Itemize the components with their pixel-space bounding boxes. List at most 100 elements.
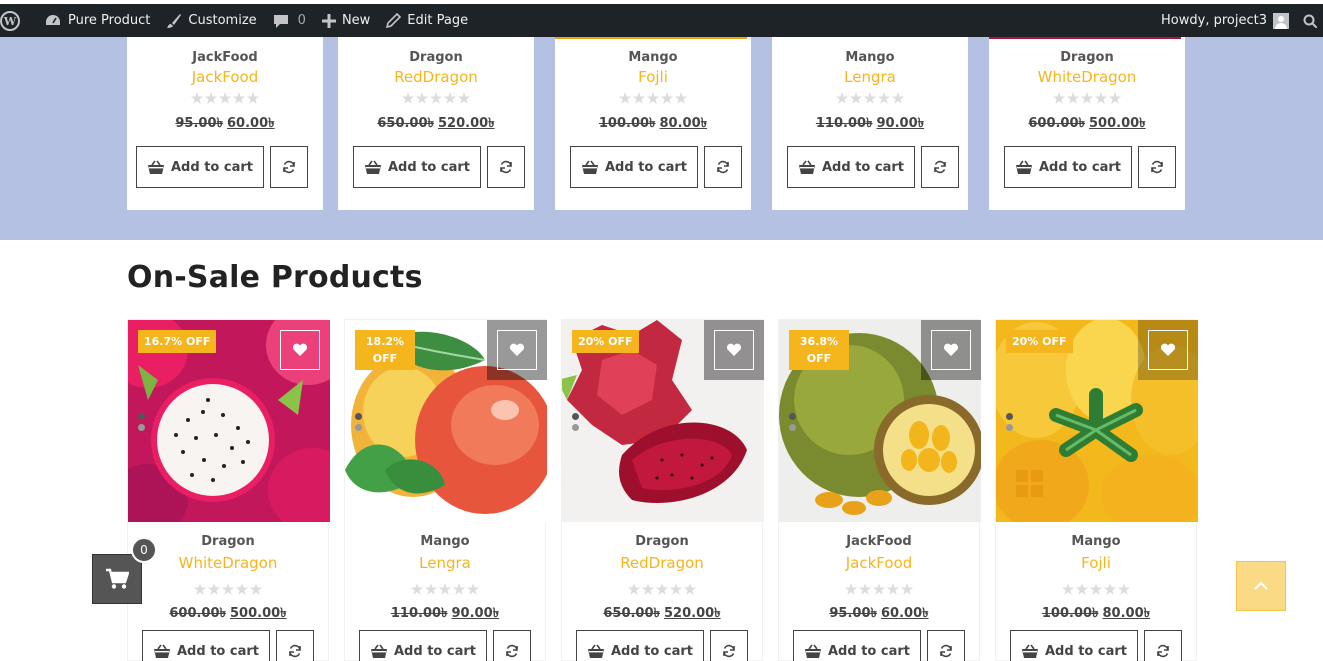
product-price: 600.00৳ 500.00৳ <box>989 114 1185 135</box>
basket-icon <box>582 160 598 174</box>
gallery-dots[interactable] <box>572 413 579 435</box>
wishlist-button[interactable] <box>714 330 754 370</box>
product-name[interactable]: WhiteDragon <box>989 68 1185 86</box>
rating-stars <box>772 92 968 106</box>
compare-button[interactable] <box>927 630 965 661</box>
new-content-link[interactable]: New <box>314 4 378 37</box>
old-price: 110.00৳ <box>390 606 448 621</box>
new-label: New <box>341 13 371 28</box>
add-to-cart-button[interactable]: Add to cart <box>353 146 481 188</box>
add-to-cart-button[interactable]: Add to cart <box>576 630 704 661</box>
site-name-link[interactable]: Pure Product <box>36 4 158 37</box>
compare-button[interactable] <box>921 146 959 188</box>
new-price: 90.00৳ <box>451 606 500 621</box>
rating-stars <box>127 92 323 106</box>
compare-button[interactable] <box>270 146 308 188</box>
old-price: 95.00৳ <box>829 606 877 621</box>
wishlist-button[interactable] <box>280 330 320 370</box>
wishlist-button[interactable] <box>497 330 537 370</box>
refresh-icon <box>500 160 512 174</box>
product-price: 110.00৳ 90.00৳ <box>345 604 545 625</box>
product-name[interactable]: JackFood <box>127 68 323 86</box>
basket-icon <box>805 644 821 658</box>
product-category: Dragon <box>201 534 255 549</box>
refresh-icon <box>717 160 729 174</box>
new-price: 500.00৳ <box>1089 116 1146 131</box>
account-menu[interactable]: Howdy, project3 <box>1153 4 1303 37</box>
refresh-icon <box>934 160 946 174</box>
product-name[interactable]: Fojli <box>555 68 751 86</box>
edit-page-label: Edit Page <box>407 13 469 28</box>
add-to-cart-button[interactable]: Add to cart <box>142 630 270 661</box>
mini-cart-button[interactable]: 0 <box>92 537 157 604</box>
product-price: 110.00৳ 90.00৳ <box>772 114 968 135</box>
product-image[interactable]: 16.7% OFF <box>128 320 330 522</box>
basket-icon <box>154 644 170 658</box>
avatar <box>1273 12 1289 29</box>
add-to-cart-button[interactable]: Add to cart <box>1004 146 1132 188</box>
product-name[interactable]: Fojli <box>996 554 1196 572</box>
basket-icon <box>588 644 604 658</box>
rating-stars <box>779 583 979 597</box>
compare-button[interactable] <box>493 630 531 661</box>
heart-icon <box>726 343 742 356</box>
wishlist-button[interactable] <box>1148 330 1188 370</box>
admin-bar: W Pure Product Customize 0 New Edit Page… <box>0 4 1323 37</box>
rating-stars <box>128 583 328 597</box>
wishlist-button[interactable] <box>931 330 971 370</box>
compare-button[interactable] <box>1144 630 1182 661</box>
compare-button[interactable] <box>1138 146 1176 188</box>
product-image[interactable]: 18.2% OFF <box>345 320 547 522</box>
product-category: Mango <box>845 50 895 65</box>
product-name[interactable]: Lengra <box>772 68 968 86</box>
discount-badge: 20% OFF <box>572 330 639 353</box>
product-price: 100.00৳ 80.00৳ <box>996 604 1196 625</box>
image-edge <box>338 37 534 39</box>
heart-icon <box>509 343 525 356</box>
product-price: 650.00৳ 520.00৳ <box>562 604 762 625</box>
howdy-label: Howdy, project3 <box>1161 13 1267 28</box>
add-to-cart-label: Add to cart <box>177 643 259 659</box>
basket-icon <box>799 160 815 174</box>
product-image[interactable]: 20% OFF <box>996 320 1198 522</box>
gallery-dots[interactable] <box>789 413 796 435</box>
comments-link[interactable]: 0 <box>265 4 314 37</box>
add-to-cart-button[interactable]: Add to cart <box>570 146 698 188</box>
compare-button[interactable] <box>487 146 525 188</box>
cart-count-badge: 0 <box>131 537 157 563</box>
site-name: Pure Product <box>68 13 151 28</box>
compare-button[interactable] <box>704 146 742 188</box>
gallery-dots[interactable] <box>1006 413 1013 435</box>
product-name[interactable]: JackFood <box>779 554 979 572</box>
search-icon[interactable] <box>1303 4 1323 37</box>
gallery-dots[interactable] <box>138 413 145 435</box>
product-image[interactable]: 36.8% OFF <box>779 320 981 522</box>
add-to-cart-button[interactable]: Add to cart <box>793 630 921 661</box>
edit-page-link[interactable]: Edit Page <box>378 4 476 37</box>
add-to-cart-button[interactable]: Add to cart <box>1010 630 1138 661</box>
new-price: 60.00৳ <box>881 606 929 621</box>
customize-link[interactable]: Customize <box>158 4 264 37</box>
product-name[interactable]: WhiteDragon <box>128 554 328 572</box>
svg-text:W: W <box>3 15 17 28</box>
product-image[interactable]: 20% OFF <box>562 320 764 522</box>
wordpress-logo-icon[interactable]: W <box>0 4 36 37</box>
old-price: 95.00৳ <box>175 116 223 131</box>
product-name[interactable]: RedDragon <box>338 68 534 86</box>
gallery-dots[interactable] <box>355 413 362 435</box>
compare-button[interactable] <box>710 630 748 661</box>
featured-products-band: JackFood JackFood 95.00৳ 60.00৳ Add to ca… <box>0 37 1323 240</box>
add-to-cart-button[interactable]: Add to cart <box>787 146 915 188</box>
add-to-cart-button[interactable]: Add to cart <box>359 630 487 661</box>
rating-stars <box>996 583 1196 597</box>
compare-button[interactable] <box>276 630 314 661</box>
back-to-top-button[interactable] <box>1236 561 1286 611</box>
comment-icon <box>273 14 288 28</box>
add-to-cart-button[interactable]: Add to cart <box>136 146 264 188</box>
discount-text: 16.7% OFF <box>144 335 211 348</box>
new-price: 90.00৳ <box>876 116 925 131</box>
refresh-icon <box>283 160 295 174</box>
product-name[interactable]: Lengra <box>345 554 545 572</box>
product-name[interactable]: RedDragon <box>562 554 762 572</box>
image-edge <box>127 37 323 39</box>
